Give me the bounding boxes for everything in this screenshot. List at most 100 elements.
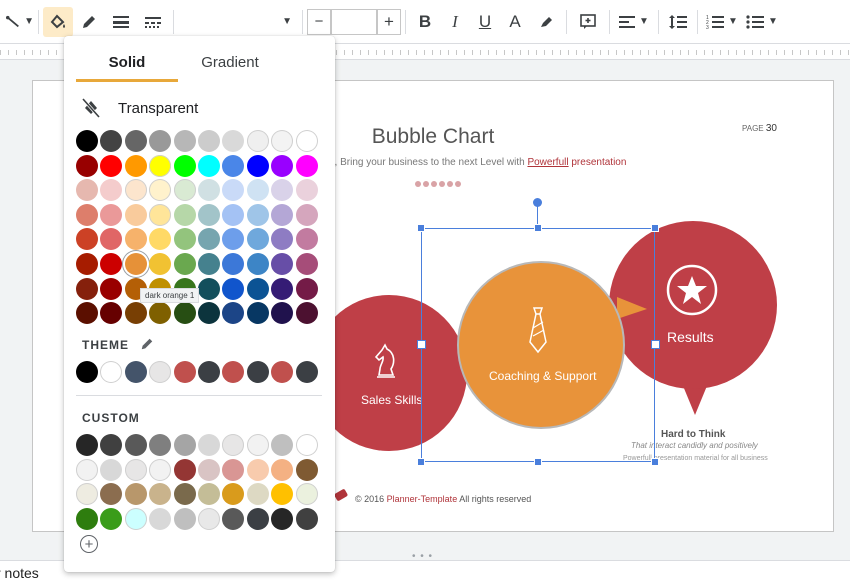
border-color-button[interactable]: [73, 7, 105, 37]
text-color-button[interactable]: A: [500, 7, 530, 37]
standard-color-swatch[interactable]: [271, 130, 294, 152]
standard-color-swatch[interactable]: [149, 252, 172, 275]
standard-color-swatch[interactable]: [100, 252, 123, 275]
theme-color-swatch[interactable]: [246, 361, 269, 383]
custom-color-swatch[interactable]: [197, 483, 220, 506]
line-style-button[interactable]: ▼: [6, 7, 34, 37]
standard-color-swatch[interactable]: [222, 277, 245, 300]
line-spacing-button[interactable]: [663, 7, 693, 37]
standard-color-swatch[interactable]: [197, 130, 220, 152]
standard-color-swatch[interactable]: [197, 302, 220, 325]
edit-theme-icon[interactable]: [140, 337, 154, 351]
slide-title[interactable]: Bubble Chart: [333, 125, 533, 149]
standard-color-swatch[interactable]: [124, 154, 147, 177]
standard-color-swatch[interactable]: [124, 302, 147, 325]
custom-color-swatch[interactable]: [173, 507, 196, 530]
standard-color-swatch[interactable]: [295, 130, 318, 152]
custom-color-swatch[interactable]: [295, 434, 318, 456]
standard-color-swatch[interactable]: [124, 252, 147, 275]
underline-button[interactable]: U: [470, 7, 500, 37]
custom-color-swatch[interactable]: [271, 434, 294, 456]
theme-color-swatch[interactable]: [173, 361, 196, 383]
standard-color-swatch[interactable]: [173, 154, 196, 177]
custom-color-swatch[interactable]: [100, 507, 123, 530]
standard-color-swatch[interactable]: [76, 277, 98, 300]
custom-color-swatch[interactable]: [76, 483, 98, 506]
standard-color-swatch[interactable]: [173, 130, 196, 152]
slide-subtitle[interactable]: e, Bring your business to the next Level…: [329, 157, 649, 168]
standard-color-swatch[interactable]: [197, 154, 220, 177]
standard-color-swatch[interactable]: [173, 228, 196, 251]
standard-color-swatch[interactable]: [222, 154, 245, 177]
standard-color-swatch[interactable]: [100, 130, 123, 152]
custom-color-swatch[interactable]: [246, 434, 269, 456]
standard-color-swatch[interactable]: [76, 154, 98, 177]
align-button[interactable]: ▼: [614, 7, 654, 37]
standard-color-swatch[interactable]: [271, 252, 294, 275]
standard-color-swatch[interactable]: [124, 179, 147, 202]
fill-color-button[interactable]: [43, 6, 73, 37]
standard-color-swatch[interactable]: [173, 252, 196, 275]
standard-color-swatch[interactable]: [76, 130, 98, 152]
standard-color-swatch[interactable]: [246, 277, 269, 300]
standard-color-swatch[interactable]: [76, 252, 98, 275]
tab-gradient[interactable]: Gradient: [182, 54, 278, 71]
font-size-minus-button[interactable]: −: [307, 8, 331, 35]
resize-handle-sw[interactable]: [417, 458, 425, 466]
custom-color-swatch[interactable]: [76, 434, 98, 456]
font-size-input[interactable]: [331, 8, 377, 35]
standard-color-swatch[interactable]: [124, 228, 147, 251]
custom-color-swatch[interactable]: [197, 434, 220, 456]
standard-color-swatch[interactable]: [149, 203, 172, 226]
custom-color-swatch[interactable]: [295, 483, 318, 506]
custom-color-swatch[interactable]: [295, 458, 318, 481]
custom-color-swatch[interactable]: [197, 507, 220, 530]
standard-color-swatch[interactable]: [246, 179, 269, 202]
resize-handle-w[interactable]: [417, 340, 426, 349]
standard-color-swatch[interactable]: [222, 130, 245, 152]
standard-color-swatch[interactable]: [246, 252, 269, 275]
resize-handle-n[interactable]: [534, 224, 542, 232]
standard-color-swatch[interactable]: [295, 302, 318, 325]
insert-comment-button[interactable]: [571, 7, 605, 37]
standard-color-swatch[interactable]: [100, 154, 123, 177]
standard-color-swatch[interactable]: [100, 179, 123, 202]
custom-color-swatch[interactable]: [222, 483, 245, 506]
standard-color-swatch[interactable]: [197, 203, 220, 226]
custom-color-swatch[interactable]: [295, 507, 318, 530]
custom-color-swatch[interactable]: [124, 483, 147, 506]
theme-color-swatch[interactable]: [76, 361, 98, 383]
custom-color-swatch[interactable]: [246, 507, 269, 530]
font-size-plus-button[interactable]: +: [377, 8, 401, 35]
standard-color-swatch[interactable]: [295, 277, 318, 300]
custom-color-swatch[interactable]: [100, 434, 123, 456]
custom-color-swatch[interactable]: [197, 458, 220, 481]
custom-color-swatch[interactable]: [149, 507, 172, 530]
standard-color-swatch[interactable]: [271, 154, 294, 177]
standard-color-swatch[interactable]: [197, 179, 220, 202]
standard-color-swatch[interactable]: [149, 179, 172, 202]
standard-color-swatch[interactable]: [100, 228, 123, 251]
highlight-button[interactable]: [530, 7, 562, 37]
theme-color-swatch[interactable]: [222, 361, 245, 383]
tab-solid[interactable]: Solid: [76, 54, 178, 71]
standard-color-swatch[interactable]: [246, 154, 269, 177]
resize-handle-e[interactable]: [651, 340, 660, 349]
standard-color-swatch[interactable]: [295, 252, 318, 275]
standard-color-swatch[interactable]: [173, 179, 196, 202]
standard-color-swatch[interactable]: [76, 179, 98, 202]
custom-color-swatch[interactable]: [222, 458, 245, 481]
theme-color-swatch[interactable]: [295, 361, 318, 383]
custom-color-swatch[interactable]: [271, 458, 294, 481]
custom-color-swatch[interactable]: [271, 507, 294, 530]
custom-color-swatch[interactable]: [173, 458, 196, 481]
rotate-handle[interactable]: [533, 198, 542, 207]
add-custom-color-button[interactable]: +: [80, 535, 98, 553]
theme-color-swatch[interactable]: [149, 361, 172, 383]
standard-color-swatch[interactable]: [100, 277, 123, 300]
slide-footer[interactable]: © 2016 Planner-Template All rights reser…: [355, 494, 531, 504]
standard-color-swatch[interactable]: [173, 203, 196, 226]
standard-color-swatch[interactable]: [271, 302, 294, 325]
theme-color-swatch[interactable]: [271, 361, 294, 383]
custom-color-swatch[interactable]: [76, 458, 98, 481]
